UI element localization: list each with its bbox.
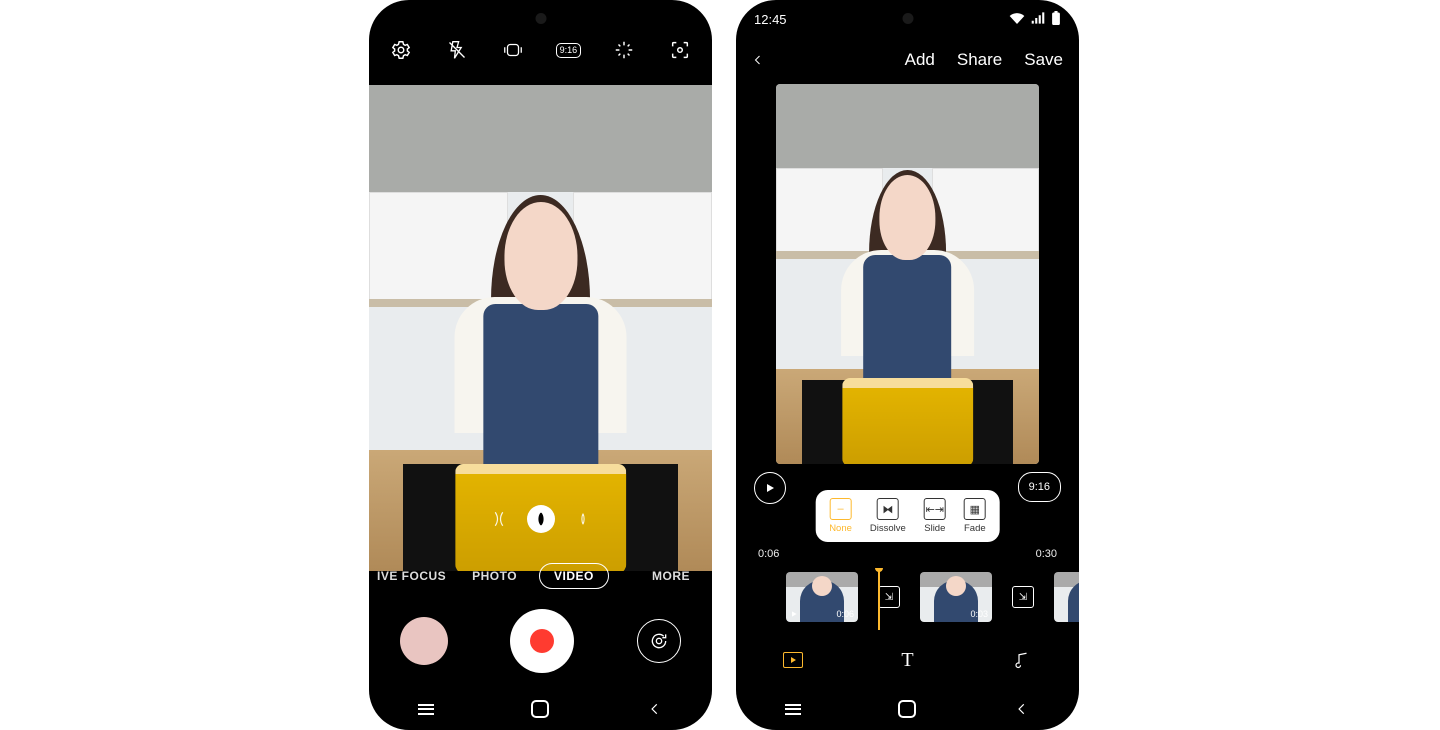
signal-icon — [1031, 12, 1045, 27]
camera-viewfinder[interactable] — [369, 85, 712, 571]
transition-dissolve[interactable]: ⧓Dissolve — [870, 498, 906, 534]
back-button[interactable] — [752, 51, 764, 69]
front-camera-hole — [902, 13, 913, 24]
mode-video-active[interactable]: VIDEO — [539, 563, 609, 589]
lens-selector — [369, 505, 712, 533]
aspect-ratio-badge[interactable]: 9:16 — [1018, 472, 1061, 502]
motion-photo-icon[interactable] — [501, 38, 525, 62]
mode-live-focus[interactable]: IVE FOCUS — [377, 569, 446, 583]
gallery-thumbnail[interactable] — [400, 617, 448, 665]
clip-timeline[interactable]: 0:06 ⇲ 0:03 ⇲ 0:03 — [736, 568, 1079, 630]
nav-back-icon[interactable] — [1002, 689, 1042, 729]
clip-3[interactable]: 0:03 — [1054, 572, 1079, 622]
lens-tele[interactable] — [569, 505, 597, 533]
lens-ultrawide[interactable] — [485, 505, 513, 533]
lens-wide[interactable] — [527, 505, 555, 533]
transition-handle-1[interactable]: ⇲ — [878, 586, 900, 608]
switch-camera-button[interactable] — [637, 619, 681, 663]
settings-icon[interactable] — [389, 38, 413, 62]
playhead[interactable] — [878, 568, 880, 630]
nav-home-icon[interactable] — [520, 689, 560, 729]
mode-more[interactable]: MORE — [652, 569, 690, 583]
editor-bottom-tabs: T — [736, 640, 1079, 680]
camera-top-toolbar: 9:16 — [369, 30, 712, 70]
editor-header: Add Share Save — [736, 40, 1079, 80]
tab-music[interactable] — [1010, 648, 1034, 672]
clip-play-icon — [790, 608, 798, 618]
clip-duration: 0:06 — [836, 609, 854, 619]
timeline-total-time: 0:30 — [1036, 548, 1057, 560]
video-editor-phone: 12:45 Add Share Save — [736, 0, 1079, 730]
share-button[interactable]: Share — [957, 50, 1002, 70]
status-time: 12:45 — [754, 12, 787, 27]
system-nav-bar — [736, 688, 1079, 730]
tab-text[interactable]: T — [895, 648, 919, 672]
editor-preview[interactable] — [776, 84, 1039, 464]
clip-duration: 0:03 — [970, 609, 988, 619]
camera-app-phone: 9:16 — [369, 0, 712, 730]
filters-icon[interactable] — [612, 38, 636, 62]
scene-illustration — [369, 85, 712, 571]
timeline-time-labels: 0:06 0:30 — [736, 548, 1079, 560]
battery-icon — [1051, 11, 1061, 28]
nav-recents-icon[interactable] — [773, 689, 813, 729]
nav-home-icon[interactable] — [887, 689, 927, 729]
nav-recents-icon[interactable] — [406, 689, 446, 729]
transition-fade[interactable]: ▦Fade — [964, 498, 986, 534]
nav-back-icon[interactable] — [635, 689, 675, 729]
transition-popover: –None ⧓Dissolve ⇤⇥Slide ▦Fade — [815, 490, 1000, 542]
transition-handle-2[interactable]: ⇲ — [1012, 586, 1034, 608]
aspect-ratio-icon[interactable]: 9:16 — [556, 38, 580, 62]
timeline-current-time: 0:06 — [758, 548, 779, 560]
clip-1[interactable]: 0:06 — [786, 572, 858, 622]
front-camera-hole — [535, 13, 546, 24]
clip-2[interactable]: 0:03 — [920, 572, 992, 622]
scene-illustration — [776, 84, 1039, 464]
add-button[interactable]: Add — [905, 50, 935, 70]
flash-off-icon[interactable] — [445, 38, 469, 62]
record-dot-icon — [530, 629, 554, 653]
camera-shutter-row — [369, 598, 712, 684]
record-button[interactable] — [510, 609, 574, 673]
camera-mode-strip[interactable]: IVE FOCUS PHOTO VIDEO MORE — [369, 559, 712, 593]
save-button[interactable]: Save — [1024, 50, 1063, 70]
transition-slide[interactable]: ⇤⇥Slide — [924, 498, 946, 534]
transition-none[interactable]: –None — [829, 498, 852, 534]
wifi-icon — [1009, 12, 1025, 27]
mode-photo[interactable]: PHOTO — [472, 569, 517, 583]
scan-icon[interactable] — [668, 38, 692, 62]
system-nav-bar — [369, 688, 712, 730]
play-button[interactable] — [754, 472, 786, 504]
tab-clips[interactable] — [781, 648, 805, 672]
